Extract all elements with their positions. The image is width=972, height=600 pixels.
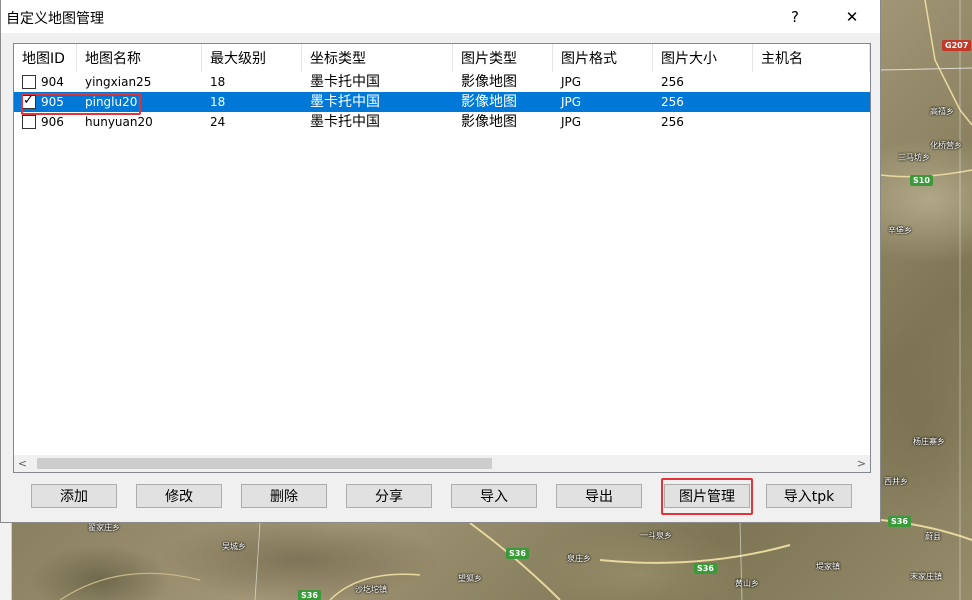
map-label: 末家庄镇 bbox=[910, 572, 942, 581]
cell-max-level: 24 bbox=[210, 115, 226, 129]
share-button[interactable]: 分享 bbox=[346, 484, 432, 508]
scrollbar-thumb[interactable] bbox=[37, 458, 492, 469]
table-row[interactable]: 906 hunyuan20 24 墨卡托中国 影像地图 JPG 256 bbox=[14, 112, 870, 132]
road-shield-s36: S36 bbox=[694, 563, 717, 574]
window-title: 自定义地图管理 bbox=[6, 11, 104, 27]
map-label: 一斗泉乡 bbox=[640, 531, 672, 540]
map-label: 化桥营乡 bbox=[930, 141, 962, 150]
import-tpk-button[interactable]: 导入tpk bbox=[766, 484, 852, 508]
scroll-right-icon[interactable]: > bbox=[853, 455, 870, 472]
column-header-host[interactable]: 主机名 bbox=[753, 44, 870, 72]
map-list-view[interactable]: 地图ID 地图名称 最大级别 坐标类型 图片类型 图片格式 图片大小 主机名 9… bbox=[13, 43, 871, 473]
horizontal-scrollbar[interactable]: < > bbox=[14, 455, 870, 472]
cell-max-level: 18 bbox=[210, 95, 226, 109]
cell-image-format: JPG bbox=[561, 75, 582, 89]
cell-host bbox=[753, 72, 870, 92]
cell-image-type: 影像地图 bbox=[461, 74, 517, 90]
help-button[interactable]: ? bbox=[772, 0, 818, 33]
cell-max-level: 18 bbox=[210, 75, 226, 89]
cell-image-size: 256 bbox=[661, 95, 684, 109]
cell-coord-type: 墨卡托中国 bbox=[310, 74, 380, 90]
cell-coord-type: 墨卡托中国 bbox=[310, 94, 380, 110]
cell-image-format: JPG bbox=[561, 115, 582, 129]
map-label: 西井乡 bbox=[884, 477, 908, 486]
map-label: 高禧乡 bbox=[930, 107, 954, 116]
button-annotation-box bbox=[661, 478, 753, 515]
scroll-left-icon[interactable]: < bbox=[14, 455, 31, 472]
column-header-map-id[interactable]: 地图ID bbox=[14, 44, 77, 72]
cell-map-id: 904 bbox=[41, 75, 64, 89]
column-header-map-name[interactable]: 地图名称 bbox=[77, 44, 202, 72]
import-button[interactable]: 导入 bbox=[451, 484, 537, 508]
custom-map-manager-dialog: 自定义地图管理 ? ✕ 地图ID 地图名称 最大级别 坐标类型 图片类型 图片格… bbox=[0, 0, 881, 523]
map-label: 堤家镇 bbox=[816, 562, 840, 571]
column-header-image-size[interactable]: 图片大小 bbox=[653, 44, 753, 72]
map-label: 望狐乡 bbox=[458, 574, 482, 583]
map-label: 泉庄乡 bbox=[567, 554, 591, 563]
edit-button[interactable]: 修改 bbox=[136, 484, 222, 508]
map-label: 吴城乡 bbox=[222, 542, 246, 551]
road-shield-s10: S10 bbox=[910, 175, 933, 186]
close-icon: ✕ bbox=[845, 7, 859, 26]
map-label: 翟家庄乡 bbox=[88, 523, 120, 532]
map-label: 沙圪坨镇 bbox=[355, 585, 387, 594]
map-label: 蔚县 bbox=[925, 532, 941, 541]
cell-image-size: 256 bbox=[661, 115, 684, 129]
column-header-max-level[interactable]: 最大级别 bbox=[202, 44, 302, 72]
column-header-image-type[interactable]: 图片类型 bbox=[453, 44, 553, 72]
map-left-strip bbox=[0, 522, 12, 600]
list-header: 地图ID 地图名称 最大级别 坐标类型 图片类型 图片格式 图片大小 主机名 bbox=[14, 44, 870, 72]
delete-button[interactable]: 删除 bbox=[241, 484, 327, 508]
cell-map-name: yingxian25 bbox=[85, 75, 152, 89]
map-label: 三马坊乡 bbox=[898, 153, 930, 162]
map-label: 辛堡乡 bbox=[888, 226, 912, 235]
column-header-coord-type[interactable]: 坐标类型 bbox=[302, 44, 453, 72]
cell-host bbox=[753, 112, 870, 132]
cell-image-format: JPG bbox=[561, 95, 582, 109]
cell-map-id: 906 bbox=[41, 115, 64, 129]
cell-map-name: hunyuan20 bbox=[85, 115, 153, 129]
road-shield-s36: S36 bbox=[506, 548, 529, 559]
cell-image-type: 影像地图 bbox=[461, 94, 517, 110]
column-header-image-format[interactable]: 图片格式 bbox=[553, 44, 653, 72]
help-icon: ? bbox=[791, 7, 799, 26]
map-label: 黄山乡 bbox=[735, 579, 759, 588]
selection-annotation-box bbox=[21, 93, 141, 115]
map-label: 杨庄寨乡 bbox=[913, 437, 945, 446]
export-button[interactable]: 导出 bbox=[556, 484, 642, 508]
road-shield-s36: S36 bbox=[888, 516, 911, 527]
cell-image-type: 影像地图 bbox=[461, 114, 517, 130]
table-row[interactable]: ✓ 905 pinglu20 18 墨卡托中国 影像地图 JPG 256 bbox=[14, 92, 870, 112]
table-row[interactable]: 904 yingxian25 18 墨卡托中国 影像地图 JPG 256 bbox=[14, 72, 870, 92]
cell-image-size: 256 bbox=[661, 75, 684, 89]
cell-host bbox=[753, 92, 870, 112]
add-button[interactable]: 添加 bbox=[31, 484, 117, 508]
road-shield-g207: G207 bbox=[942, 40, 972, 51]
road-shield-s36: S36 bbox=[298, 590, 321, 600]
close-button[interactable]: ✕ bbox=[829, 0, 875, 33]
title-bar: 自定义地图管理 ? ✕ bbox=[1, 0, 880, 33]
cell-coord-type: 墨卡托中国 bbox=[310, 114, 380, 130]
